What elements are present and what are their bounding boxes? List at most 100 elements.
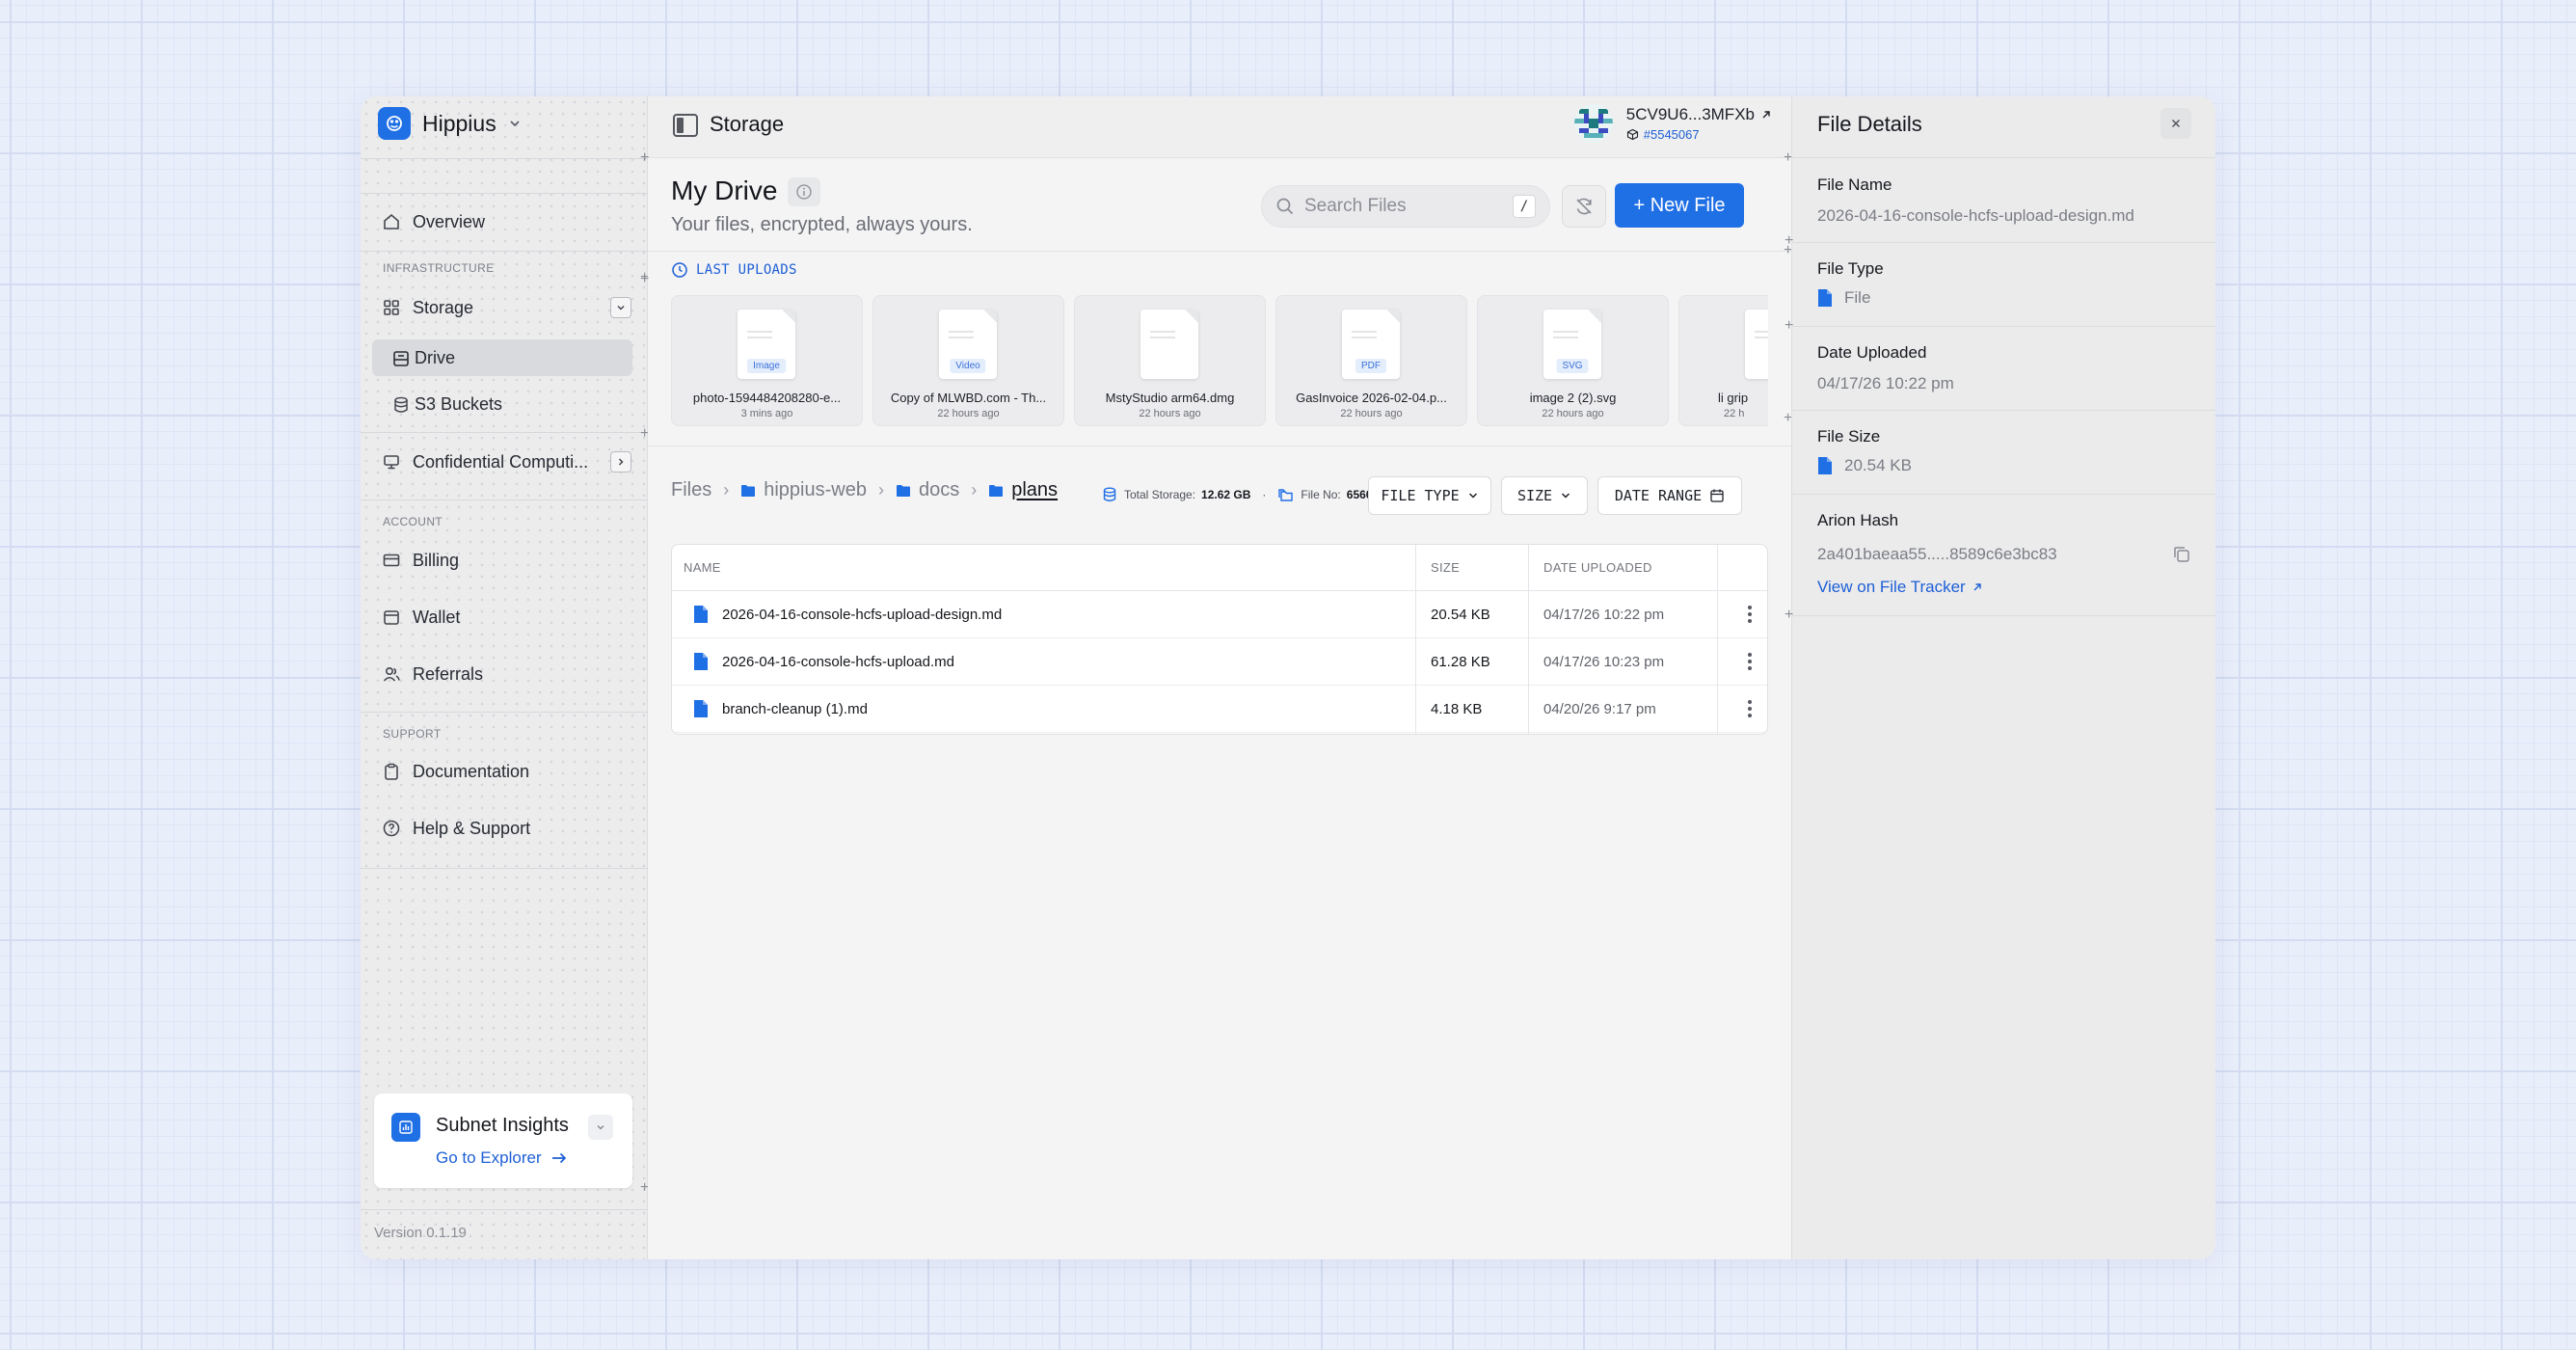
detail-value: 04/17/26 10:22 pm: [1817, 374, 1954, 392]
date-range-filter[interactable]: DATE RANGE: [1597, 476, 1742, 515]
insights-title: Subnet Insights: [436, 1115, 569, 1136]
column-header-name[interactable]: NAME: [684, 545, 721, 590]
divider: [361, 158, 648, 159]
account-id-row: #5545067: [1626, 127, 1772, 142]
table-row[interactable]: 2026-04-16-console-hcfs-upload.md 61.28 …: [672, 638, 1767, 686]
breadcrumb-separator-icon: ›: [877, 480, 884, 500]
detail-file-name: File Name 2026-04-16-console-hcfs-upload…: [1792, 158, 2215, 243]
recent-upload-card[interactable]: li grip 22 h: [1678, 295, 1768, 426]
sidebar-item-overview[interactable]: Overview: [374, 203, 631, 240]
search-input[interactable]: Search Files /: [1261, 185, 1550, 228]
file-type-filter[interactable]: FILE TYPE: [1368, 476, 1491, 515]
collapse-storage-button[interactable]: [610, 297, 631, 318]
close-details-button[interactable]: [2160, 108, 2191, 139]
sidebar-item-wallet[interactable]: Wallet: [374, 599, 631, 635]
app-version: Version 0.1.19: [374, 1225, 467, 1241]
recent-upload-card[interactable]: PDF GasInvoice 2026-02-04.p... 22 hours …: [1275, 295, 1467, 426]
upload-time: 22 hours ago: [1340, 408, 1403, 419]
recent-upload-card[interactable]: MstyStudio arm64.dmg 22 hours ago: [1074, 295, 1266, 426]
detail-label: File Name: [1817, 176, 1892, 194]
divider: [361, 432, 648, 433]
calendar-icon: [1710, 489, 1724, 502]
insights-toggle-button[interactable]: [588, 1115, 613, 1140]
breadcrumb-separator-icon: ›: [971, 480, 978, 500]
recent-upload-card[interactable]: Video Copy of MLWBD.com - Th... 22 hours…: [872, 295, 1064, 426]
sidebar-item-label: Storage: [413, 297, 474, 317]
file-name: 2026-04-16-console-hcfs-upload-design.md: [722, 606, 1003, 623]
breadcrumb-hippius-web[interactable]: hippius-web: [740, 479, 867, 501]
cube-icon: [1626, 128, 1638, 141]
detail-label: Arion Hash: [1817, 511, 1899, 529]
account-menu[interactable]: 5CV9U6...3MFXb #5545067: [1573, 104, 1772, 143]
breadcrumb-files[interactable]: Files: [671, 479, 711, 501]
column-header-size[interactable]: SIZE: [1431, 545, 1460, 590]
total-storage-value: 12.62 GB: [1201, 488, 1251, 501]
sidebar-item-help-support[interactable]: Help & Support: [374, 810, 631, 847]
upload-time: 3 mins ago: [740, 408, 793, 419]
crosshair-mark: +: [1784, 317, 1794, 334]
external-link-icon: [1762, 111, 1770, 119]
recent-upload-card[interactable]: SVG image 2 (2).svg 22 hours ago: [1477, 295, 1669, 426]
recent-uploads-carousel: Image photo-1594484208280-e... 3 mins ag…: [671, 295, 1768, 426]
sidebar-item-drive[interactable]: Drive: [372, 339, 632, 376]
upload-time: 22 h: [1724, 408, 1745, 419]
table-row[interactable]: 2026-04-16-console-hcfs-upload-design.md…: [672, 591, 1767, 638]
row-menu-icon[interactable]: [1748, 700, 1752, 717]
workspace-switcher[interactable]: Hippius: [378, 106, 522, 141]
upload-time: 22 hours ago: [937, 408, 1000, 419]
view-on-file-tracker-link[interactable]: View on File Tracker: [1817, 578, 1983, 597]
row-menu-icon[interactable]: [1748, 606, 1752, 623]
column-divider: [1528, 545, 1529, 734]
sidebar-item-billing[interactable]: Billing: [374, 542, 631, 579]
breadcrumb: Files › hippius-web › docs › plans: [671, 479, 1058, 501]
sidebar-item-s3-buckets[interactable]: S3 Buckets: [372, 386, 632, 422]
folder-icon: [989, 484, 1004, 497]
divider: [361, 251, 648, 252]
file-icon: [694, 606, 708, 623]
file-type-tag: Video: [950, 359, 986, 373]
expand-confidential-button[interactable]: [610, 451, 631, 472]
sidebar-item-storage[interactable]: Storage: [374, 289, 631, 326]
sidebar-item-confidential-computing[interactable]: Confidential Computi...: [374, 444, 631, 480]
page-title: My Drive: [671, 176, 778, 205]
file-size: 20.54 KB: [1431, 606, 1490, 623]
breadcrumb-docs[interactable]: docs: [896, 479, 959, 501]
upload-name: image 2 (2).svg: [1529, 391, 1617, 405]
row-menu-icon[interactable]: [1748, 653, 1752, 670]
sidebar-item-referrals[interactable]: Referrals: [374, 656, 631, 692]
generic-file-icon: [1745, 310, 1768, 379]
sidebar-item-label: Help & Support: [413, 818, 531, 838]
arrow-right-icon: [551, 1152, 566, 1164]
detail-file-size: File Size 20.54 KB: [1792, 411, 2215, 495]
breadcrumb-plans[interactable]: plans: [988, 479, 1058, 501]
file-details-panel: File Details File Name 2026-04-16-consol…: [1784, 96, 2215, 1259]
go-to-explorer-link[interactable]: Go to Explorer: [436, 1148, 567, 1168]
sidebar-item-documentation[interactable]: Documentation: [374, 753, 631, 790]
sidebar-item-label: Documentation: [413, 761, 530, 781]
chevron-down-icon: [1468, 493, 1477, 499]
sidebar-toggle-icon[interactable]: [673, 114, 698, 137]
copy-icon[interactable]: [2172, 545, 2191, 564]
video-file-icon: Video: [939, 310, 997, 379]
info-button[interactable]: [788, 177, 820, 206]
link-label: Go to Explorer: [436, 1148, 542, 1167]
help-circle-icon: [383, 820, 400, 837]
column-header-date[interactable]: DATE UPLOADED: [1543, 545, 1652, 590]
breadcrumb-label: docs: [918, 479, 960, 500]
file-name-cell: branch-cleanup (1).md: [693, 686, 868, 732]
upload-name: photo-1594484208280-e...: [692, 391, 842, 405]
sync-button[interactable]: [1562, 185, 1606, 228]
column-divider: [1415, 545, 1416, 734]
divider: [361, 1209, 648, 1210]
last-uploads-label: LAST UPLOADS: [696, 262, 797, 278]
file-name-cell: 2026-04-16-console-hcfs-upload-design.md: [693, 591, 1002, 637]
detail-value: 2a401baeaa55.....8589c6e3bc83: [1817, 545, 2057, 563]
detail-date-uploaded: Date Uploaded 04/17/26 10:22 pm: [1792, 327, 2215, 411]
recent-upload-card[interactable]: Image photo-1594484208280-e... 3 mins ag…: [671, 295, 863, 426]
new-file-button[interactable]: + New File: [1615, 183, 1744, 228]
upload-name: Copy of MLWBD.com - Th...: [890, 391, 1047, 405]
file-icon: [694, 700, 708, 717]
size-filter[interactable]: SIZE: [1501, 476, 1588, 515]
table-row[interactable]: branch-cleanup (1).md 4.18 KB 04/20/26 9…: [672, 686, 1767, 733]
file-name: branch-cleanup (1).md: [722, 700, 868, 717]
